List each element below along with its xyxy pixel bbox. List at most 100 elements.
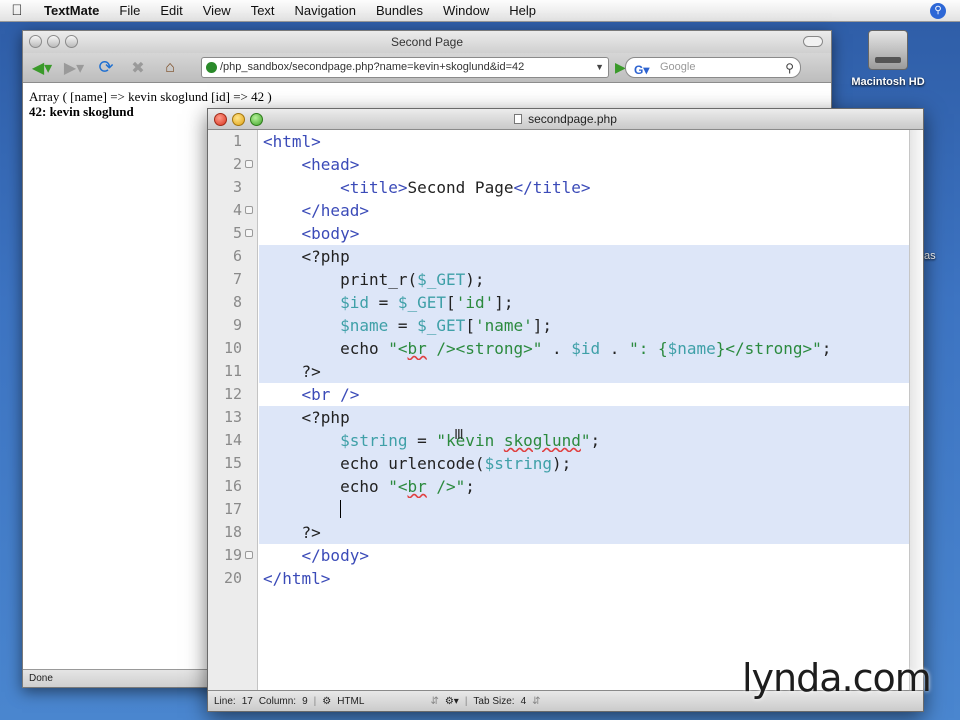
line-number: 9 — [232, 316, 242, 334]
close-button[interactable] — [29, 35, 42, 48]
line-number-gutter: 1 2 3 4 5 6 7 8 9 10 11 12 13 14 15 16 1… — [208, 130, 258, 692]
back-arrow-icon[interactable]: ◀▾ — [29, 57, 55, 79]
code-line: <?php — [259, 245, 909, 268]
menu-navigation[interactable]: Navigation — [285, 0, 366, 22]
status-separator: | — [464, 695, 468, 707]
code-line: <head> — [301, 155, 360, 174]
fold-marker-icon[interactable] — [245, 229, 253, 237]
menu-help[interactable]: Help — [499, 0, 546, 22]
vertical-scrollbar[interactable] — [909, 130, 923, 692]
line-number: 7 — [232, 270, 242, 288]
lynda-watermark: lynda.com — [742, 656, 932, 700]
ibeam-cursor-icon: Ⅲ — [454, 426, 464, 442]
menu-edit[interactable]: Edit — [150, 0, 192, 22]
column-label: Column: — [258, 695, 297, 707]
code-line: $name = $_GET['name']; — [259, 314, 909, 337]
home-icon[interactable]: ⌂ — [157, 57, 183, 79]
menu-text[interactable]: Text — [241, 0, 285, 22]
code-line: <title>Second Page</title> — [340, 178, 591, 197]
code-line: echo "<br /><strong>" . $id . ": {$name}… — [259, 337, 909, 360]
menu-file[interactable]: File — [109, 0, 150, 22]
editor-title: secondpage.php — [528, 112, 617, 126]
line-number: 12 — [223, 385, 242, 403]
search-field[interactable]: G▾ Google ⚲ — [625, 57, 801, 78]
zoom-button[interactable] — [65, 35, 78, 48]
code-line: </html> — [263, 569, 331, 588]
code-line: </head> — [301, 201, 369, 220]
textmate-window: secondpage.php 1 2 3 4 5 6 7 8 9 10 11 1… — [207, 108, 924, 712]
browser-window-controls — [29, 35, 78, 48]
code-line: <br /> — [301, 385, 360, 404]
spotlight-icon[interactable]: ⚲ — [930, 3, 946, 19]
tab-size-label[interactable]: Tab Size: — [473, 696, 514, 707]
line-number: 6 — [232, 247, 242, 265]
code-line: <html> — [263, 132, 321, 151]
status-separator: | — [313, 695, 317, 707]
browser-title: Second Page — [390, 35, 464, 49]
code-line: <?php — [259, 406, 909, 429]
fold-marker-icon[interactable] — [245, 160, 253, 168]
editor-window-controls — [214, 113, 263, 126]
hard-drive-icon — [868, 30, 908, 70]
browser-title-bar[interactable]: Second Page — [23, 31, 831, 53]
editor-minimize-button[interactable] — [232, 113, 245, 126]
minimize-button[interactable] — [47, 35, 60, 48]
line-number: 18 — [223, 523, 242, 541]
menu-bar:  TextMate File Edit View Text Navigatio… — [0, 0, 960, 22]
desktop-edge-label: as — [924, 250, 936, 262]
line-number: 17 — [223, 500, 242, 518]
line-number: 14 — [223, 431, 242, 449]
magnifier-icon[interactable]: ⚲ — [785, 59, 794, 78]
line-number: 11 — [223, 362, 242, 380]
macintosh-hd[interactable]: Macintosh HD — [840, 30, 936, 88]
search-placeholder: Google — [660, 61, 696, 73]
tab-updown-icon[interactable]: ⇵ — [532, 696, 540, 707]
menu-app-name[interactable]: TextMate — [34, 0, 109, 22]
menu-view[interactable]: View — [193, 0, 241, 22]
line-number: 13 — [223, 408, 242, 426]
code-editor[interactable]: <html> <head> <title>Second Page</title>… — [259, 130, 909, 692]
toolbar-toggle-button[interactable] — [803, 36, 823, 47]
url-text: /php_sandbox/secondpage.php?name=kevin+s… — [220, 61, 525, 73]
reload-icon[interactable]: ⟳ — [93, 57, 119, 79]
code-line: $id = $_GET['id']; — [259, 291, 909, 314]
page-array-output: Array ( [name] => kevin skoglund [id] =>… — [29, 89, 272, 104]
line-number: 16 — [223, 477, 242, 495]
line-number: 15 — [223, 454, 242, 472]
gear-icon[interactable]: ⚙ — [322, 696, 331, 707]
editor-title-bar[interactable]: secondpage.php — [208, 109, 923, 130]
code-line: ?> — [259, 521, 909, 544]
google-search-icon[interactable]: G▾ — [634, 61, 649, 80]
line-number: 2 — [232, 155, 242, 173]
line-number: 1 — [232, 132, 242, 150]
code-line-current — [259, 498, 909, 521]
code-line: print_r($_GET); — [259, 268, 909, 291]
line-number: 5 — [232, 224, 242, 242]
tab-size-value[interactable]: 4 — [521, 696, 527, 707]
menu-window[interactable]: Window — [433, 0, 499, 22]
updown-icon[interactable]: ⇵ — [430, 696, 438, 707]
forward-arrow-icon[interactable]: ▶▾ — [61, 57, 87, 79]
line-label: Line: — [214, 695, 236, 707]
editor-close-button[interactable] — [214, 113, 227, 126]
stop-icon[interactable]: ✖ — [125, 57, 151, 79]
bundle-gear-icon[interactable]: ⚙▾ — [445, 696, 459, 707]
site-icon — [206, 62, 217, 73]
address-bar[interactable]: /php_sandbox/secondpage.php?name=kevin+s… — [201, 57, 609, 78]
code-line: $string = "kevin skoglund"; — [259, 429, 909, 452]
browser-toolbar: ◀▾ ▶▾ ⟳ ✖ ⌂ /php_sandbox/secondpage.php?… — [23, 53, 831, 83]
editor-zoom-button[interactable] — [250, 113, 263, 126]
language-selector[interactable]: HTML — [337, 696, 364, 707]
code-line: <body> — [301, 224, 360, 243]
line-number: 10 — [223, 339, 242, 357]
code-line: echo "<br />"; — [259, 475, 909, 498]
code-line: ?> — [259, 360, 909, 383]
menu-bundles[interactable]: Bundles — [366, 0, 433, 22]
line-number: 3 — [232, 178, 242, 196]
fold-marker-icon[interactable] — [245, 551, 253, 559]
line-number: 4 — [232, 201, 242, 219]
apple-menu-icon[interactable]:  — [0, 2, 34, 19]
fold-marker-icon[interactable] — [245, 206, 253, 214]
column-value: 9 — [302, 695, 308, 707]
history-dropdown-icon[interactable]: ▼ — [595, 58, 604, 77]
